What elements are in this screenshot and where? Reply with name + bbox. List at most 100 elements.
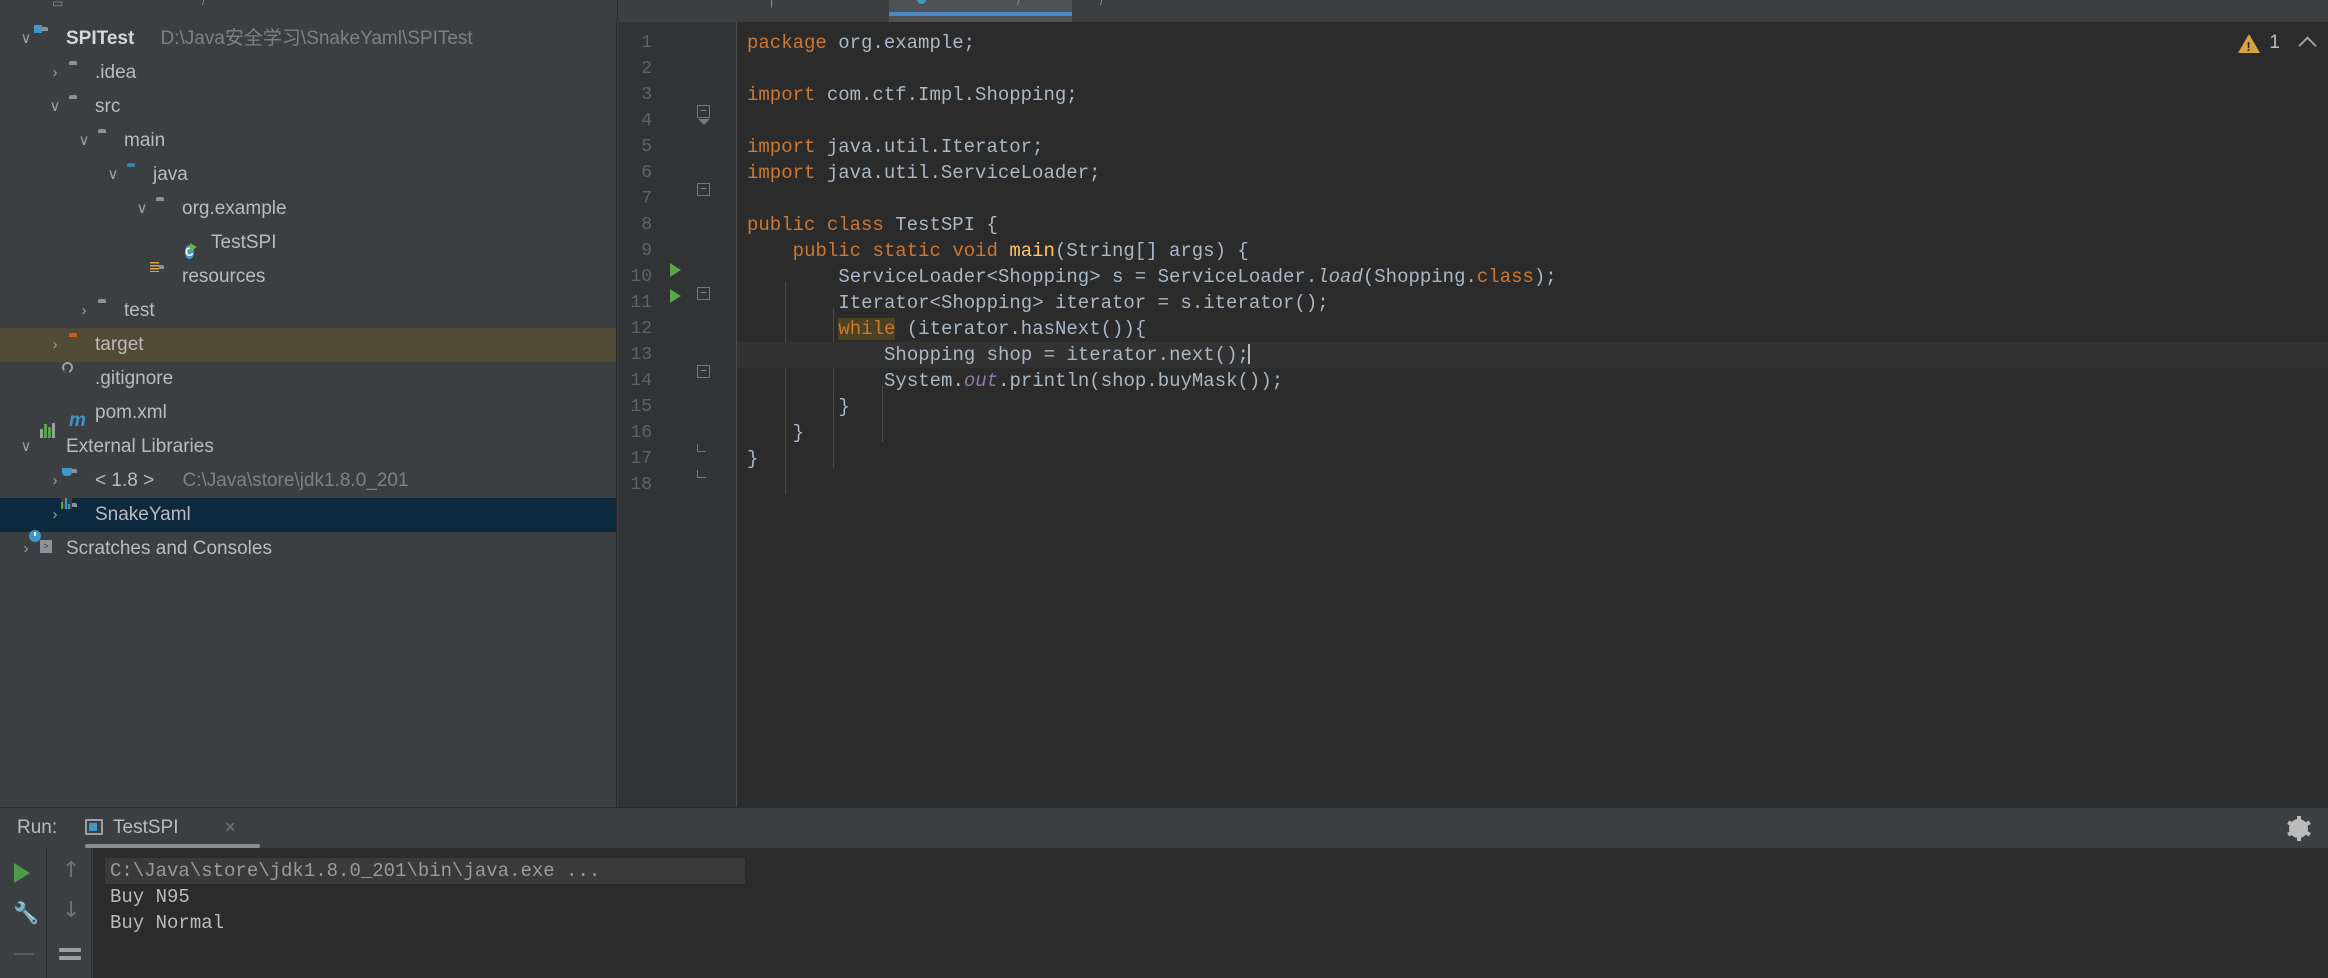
editor-gutter[interactable]: 1 2 3 4 5 6 7 8 9 10 11 12 13 14 15 16 17 18 — [618, 22, 736, 807]
tree-item-scratches-and-consoles[interactable]: › > Scratches and Consoles — [0, 530, 616, 566]
source-root-folder-icon — [127, 166, 147, 184]
tree-item-1-8[interactable]: › < 1.8 > C:\Java\store\jdk1.8.0_201 — [0, 464, 616, 498]
tree-item-snakeyaml[interactable]: › SnakeYaml — [0, 498, 616, 532]
code-line[interactable]: Shopping shop = iterator.next(); — [737, 342, 2328, 368]
chevron-down-icon[interactable]: ∨ — [18, 430, 34, 464]
chevron-right-icon[interactable]: › — [47, 56, 63, 90]
tree-item-idea[interactable]: › .idea — [0, 56, 616, 90]
scratches-icon: > — [29, 530, 60, 558]
inspection-widget[interactable]: 1 — [2238, 32, 2317, 55]
run-tool-window[interactable]: Run: TestSPI × 🔧 ↑ ↓ C:\Java\store\jdk1.… — [0, 807, 2328, 978]
editor-tab-bar[interactable]: ▭ / | \ / / — [0, 0, 2328, 22]
code-line[interactable]: } — [737, 446, 2328, 472]
line-number: 15 — [630, 397, 652, 417]
project-tool-window[interactable]: ∨ SPITest D:\Java安全学习\SnakeYaml\SPITest › .i… — [0, 22, 617, 807]
editor-tab-underline — [889, 12, 1072, 16]
fold-while-icon[interactable]: − — [697, 365, 710, 378]
tree-item-java[interactable]: ∨ java — [0, 158, 616, 192]
project-tree[interactable]: ∨ SPITest D:\Java安全学习\SnakeYaml\SPITest › .i… — [0, 22, 616, 566]
fold-import-end-icon[interactable]: − — [697, 183, 710, 196]
run-class-gutter-icon[interactable] — [670, 263, 681, 277]
line-number: 8 — [641, 215, 652, 235]
line-number: 17 — [630, 449, 652, 469]
tree-item-test[interactable]: › test — [0, 294, 616, 328]
toolbar-ghost-icon-1[interactable]: ▭ — [52, 0, 63, 10]
wrench-icon[interactable]: 🔧 — [13, 903, 39, 925]
tree-item-external-libraries[interactable]: ∨ External Libraries — [0, 423, 616, 464]
fold-method-icon[interactable]: − — [697, 287, 710, 300]
tree-item-label: test — [124, 300, 155, 321]
tree-item-gitignore[interactable]: .gitignore — [0, 362, 616, 396]
code-line[interactable]: public class TestSPI { — [737, 212, 2328, 238]
tab-close-icon[interactable]: / — [1017, 0, 1020, 8]
code-line[interactable] — [737, 56, 2328, 82]
line-number: 13 — [630, 345, 652, 365]
toolbar-ghost-icon-5[interactable]: / — [1100, 0, 1103, 8]
run-label: Run: — [17, 817, 58, 838]
code-line[interactable] — [737, 108, 2328, 134]
code-content[interactable]: package org.example; import com.ctf.Impl.… — [737, 22, 2328, 807]
chevron-down-icon[interactable]: ∨ — [18, 22, 34, 56]
tabbar-divider — [617, 0, 618, 22]
tree-item-pom-xml[interactable]: m pom.xml — [0, 396, 616, 431]
tree-item-label: External Libraries — [66, 436, 214, 457]
chevron-up-icon[interactable] — [2298, 35, 2317, 55]
code-line[interactable]: Iterator<Shopping> iterator = s.iterator… — [737, 290, 2328, 316]
console-icon — [85, 819, 103, 835]
toolbar-ghost-icon-2[interactable]: / — [202, 0, 205, 8]
tree-item-testspi[interactable]: C TestSPI — [0, 226, 616, 260]
gear-icon[interactable] — [2286, 816, 2311, 841]
rail-divider — [14, 953, 34, 955]
text-caret — [1247, 344, 1250, 364]
run-configuration-tab[interactable]: TestSPI × — [85, 808, 236, 848]
console-command-line: C:\Java\store\jdk1.8.0_201\bin\java.exe … — [110, 860, 601, 882]
tree-item-label: main — [124, 130, 166, 151]
editor-tab-selected[interactable]: / — [889, 0, 1072, 22]
code-line[interactable]: ServiceLoader<Shopping> s = ServiceLoade… — [737, 264, 2328, 290]
chevron-right-icon[interactable]: › — [76, 294, 92, 328]
code-line[interactable] — [737, 472, 2328, 498]
code-line[interactable]: import java.util.Iterator; — [737, 134, 2328, 160]
code-line[interactable]: import java.util.ServiceLoader; — [737, 160, 2328, 186]
run-actions-rail[interactable]: 🔧 — [0, 848, 47, 978]
tree-item-target[interactable]: › target — [0, 328, 616, 362]
code-line[interactable]: package org.example; — [737, 30, 2328, 56]
java-class-runnable-icon: C — [185, 234, 205, 259]
run-navigation-rail[interactable]: ↑ ↓ — [48, 848, 92, 978]
chevron-right-icon[interactable]: › — [47, 328, 63, 362]
code-line[interactable]: public static void main(String[] args) { — [737, 238, 2328, 264]
chevron-down-icon[interactable]: ∨ — [134, 192, 150, 226]
chevron-down-icon[interactable]: ∨ — [47, 90, 63, 124]
chevron-right-icon[interactable]: › — [47, 464, 63, 498]
tree-item-resources[interactable]: resources — [0, 260, 616, 294]
chevron-down-icon[interactable]: ∨ — [76, 124, 92, 158]
close-icon[interactable]: × — [225, 817, 236, 838]
fold-method-end-icon[interactable] — [697, 470, 706, 478]
down-arrow-icon[interactable]: ↓ — [62, 900, 80, 922]
tree-item-spitest[interactable]: ∨ SPITest D:\Java安全学习\SnakeYaml\SPITest — [0, 22, 616, 56]
code-line[interactable]: import com.ctf.Impl.Shopping; — [737, 82, 2328, 108]
chevron-down-icon[interactable]: ∨ — [105, 158, 121, 192]
fold-import-region-icon[interactable]: − — [697, 105, 710, 118]
code-line[interactable]: System.out.println(shop.buyMask()); — [737, 368, 2328, 394]
code-line[interactable]: } — [737, 420, 2328, 446]
module-folder-icon — [34, 25, 60, 48]
run-method-gutter-icon[interactable] — [670, 289, 681, 303]
tree-item-main[interactable]: ∨ main — [0, 124, 616, 158]
code-line[interactable]: } — [737, 394, 2328, 420]
tree-item-org-example[interactable]: ∨ org.example — [0, 192, 616, 226]
folder-icon — [69, 64, 89, 82]
code-line[interactable] — [737, 186, 2328, 212]
up-arrow-icon[interactable]: ↑ — [62, 860, 80, 882]
line-number: 2 — [641, 59, 652, 79]
rerun-icon[interactable] — [14, 863, 30, 883]
tree-item-src[interactable]: ∨ src — [0, 90, 616, 124]
highlighted-keyword: while — [838, 318, 896, 340]
toolbar-ghost-icon-3[interactable]: | — [770, 0, 773, 8]
soft-wrap-icon[interactable] — [59, 948, 81, 960]
console-output[interactable]: C:\Java\store\jdk1.8.0_201\bin\java.exe … — [93, 848, 2328, 978]
fold-while-end-icon[interactable] — [697, 444, 706, 452]
code-line[interactable]: while (iterator.hasNext()){ — [737, 316, 2328, 342]
run-tab-label: TestSPI — [113, 817, 179, 838]
code-editor[interactable]: 1 2 3 4 5 6 7 8 9 10 11 12 13 14 15 16 17 18 − − − − pack… — [618, 22, 2328, 807]
